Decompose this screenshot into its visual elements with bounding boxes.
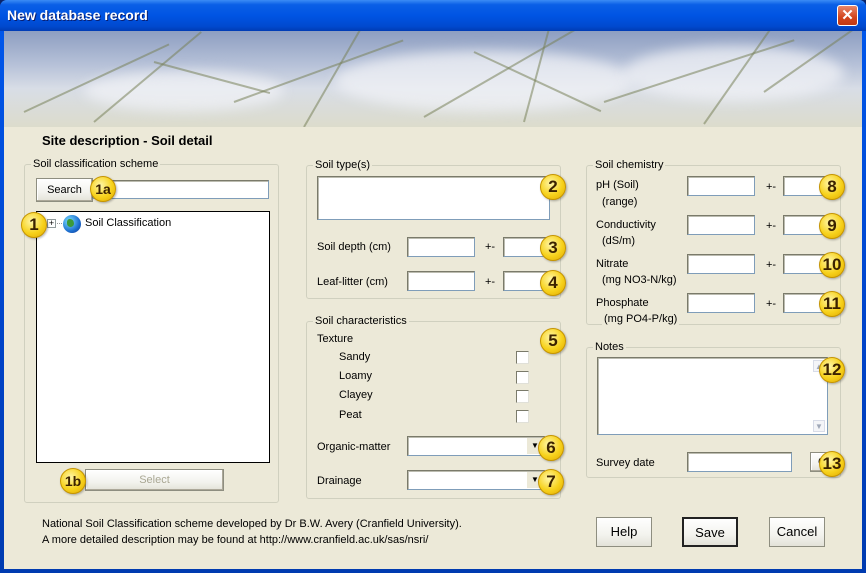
ph-unit-label: (range) <box>602 196 638 208</box>
notes-textarea[interactable]: ▲ ▼ <box>597 357 828 435</box>
conductivity-input[interactable] <box>687 215 755 235</box>
callout-badge: 12 <box>819 357 845 383</box>
phosphate-unit-label: (mg PO4-P/kg) <box>602 313 680 325</box>
texture-clayey-label: Clayey <box>339 389 373 401</box>
survey-date-input[interactable] <box>687 452 792 472</box>
callout-badge: 10 <box>819 252 845 278</box>
close-icon: ✕ <box>841 7 854 24</box>
plusminus-label: +- <box>766 298 777 310</box>
ph-label: pH (Soil) <box>596 179 639 191</box>
callout-badge: 13 <box>819 451 845 477</box>
texture-peat-checkbox[interactable] <box>516 410 529 423</box>
banner-image <box>4 31 862 127</box>
texture-loamy-label: Loamy <box>339 370 373 382</box>
tree-connector <box>57 223 62 224</box>
footer-note: National Soil Classification scheme deve… <box>42 516 462 548</box>
classification-tree[interactable]: + Soil Classification <box>36 211 270 463</box>
callout-badge: 11 <box>819 291 845 317</box>
texture-label: Texture <box>317 333 354 345</box>
callout-badge: 6 <box>538 435 564 461</box>
drainage-select[interactable]: ▼ <box>407 470 545 490</box>
select-button[interactable]: Select <box>85 469 224 491</box>
conductivity-label: Conductivity <box>596 219 656 231</box>
texture-sandy-checkbox[interactable] <box>516 351 529 364</box>
search-button[interactable]: Search <box>36 178 93 202</box>
texture-sandy-label: Sandy <box>339 351 371 363</box>
scroll-down-icon[interactable]: ▼ <box>813 420 825 432</box>
callout-badge: 4 <box>540 270 566 296</box>
phosphate-label: Phosphate <box>596 297 649 309</box>
callout-badge: 2 <box>540 174 566 200</box>
nitrate-label: Nitrate <box>596 258 629 270</box>
save-button[interactable]: Save <box>682 517 738 547</box>
footer-line-1: National Soil Classification scheme deve… <box>42 518 462 530</box>
plusminus-label: +- <box>485 241 496 253</box>
leaf-litter-input[interactable] <box>407 271 475 291</box>
title-bar[interactable]: New database record ✕ <box>0 0 866 31</box>
texture-peat-label: Peat <box>339 409 362 421</box>
texture-clayey-checkbox[interactable] <box>516 390 529 403</box>
soil-depth-label: Soil depth (cm) <box>317 241 391 253</box>
callout-badge: 3 <box>540 235 566 261</box>
callout-badge: 5 <box>540 328 566 354</box>
group-legend: Soil characteristics <box>313 315 409 327</box>
plusminus-label: +- <box>766 259 777 271</box>
plusminus-label: +- <box>766 181 777 193</box>
dialog-body: Site description - Soil detail Soil clas… <box>4 31 862 569</box>
dialog-window: New database record ✕ Site description -… <box>0 0 866 573</box>
drainage-label: Drainage <box>317 475 362 487</box>
organic-matter-label: Organic-matter <box>317 441 391 453</box>
plusminus-label: +- <box>485 276 496 288</box>
soil-types-input[interactable] <box>317 176 550 220</box>
expand-icon[interactable]: + <box>47 219 56 228</box>
callout-badge: 1 <box>21 212 47 238</box>
callout-badge: 7 <box>538 469 564 495</box>
phosphate-input[interactable] <box>687 293 755 313</box>
footer-line-2: A more detailed description may be found… <box>42 534 429 546</box>
callout-badge: 9 <box>819 213 845 239</box>
callout-badge: 8 <box>819 174 845 200</box>
cancel-button[interactable]: Cancel <box>769 517 825 547</box>
window-title: New database record <box>7 7 148 23</box>
organic-matter-select[interactable]: ▼ <box>407 436 545 456</box>
nitrate-unit-label: (mg NO3-N/kg) <box>602 274 677 286</box>
group-legend: Soil chemistry <box>593 159 666 171</box>
conductivity-unit-label: (dS/m) <box>602 235 635 247</box>
group-legend: Soil type(s) <box>313 159 373 171</box>
survey-date-label: Survey date <box>596 457 655 469</box>
ph-input[interactable] <box>687 176 755 196</box>
help-button[interactable]: Help <box>596 517 652 547</box>
plusminus-label: +- <box>766 220 777 232</box>
search-input[interactable] <box>92 180 269 199</box>
nitrate-input[interactable] <box>687 254 755 274</box>
soil-depth-input[interactable] <box>407 237 475 257</box>
page-title: Site description - Soil detail <box>42 133 213 148</box>
tree-item[interactable]: + Soil Classification <box>37 212 257 234</box>
callout-badge: 1b <box>60 468 86 494</box>
texture-loamy-checkbox[interactable] <box>516 371 529 384</box>
close-button[interactable]: ✕ <box>837 5 858 26</box>
globe-icon <box>63 215 81 233</box>
group-legend: Soil classification scheme <box>31 158 161 170</box>
leaf-litter-label: Leaf-litter (cm) <box>317 276 388 288</box>
callout-badge: 1a <box>90 176 116 202</box>
group-legend: Notes <box>593 341 626 353</box>
tree-item-label: Soil Classification <box>85 217 172 229</box>
